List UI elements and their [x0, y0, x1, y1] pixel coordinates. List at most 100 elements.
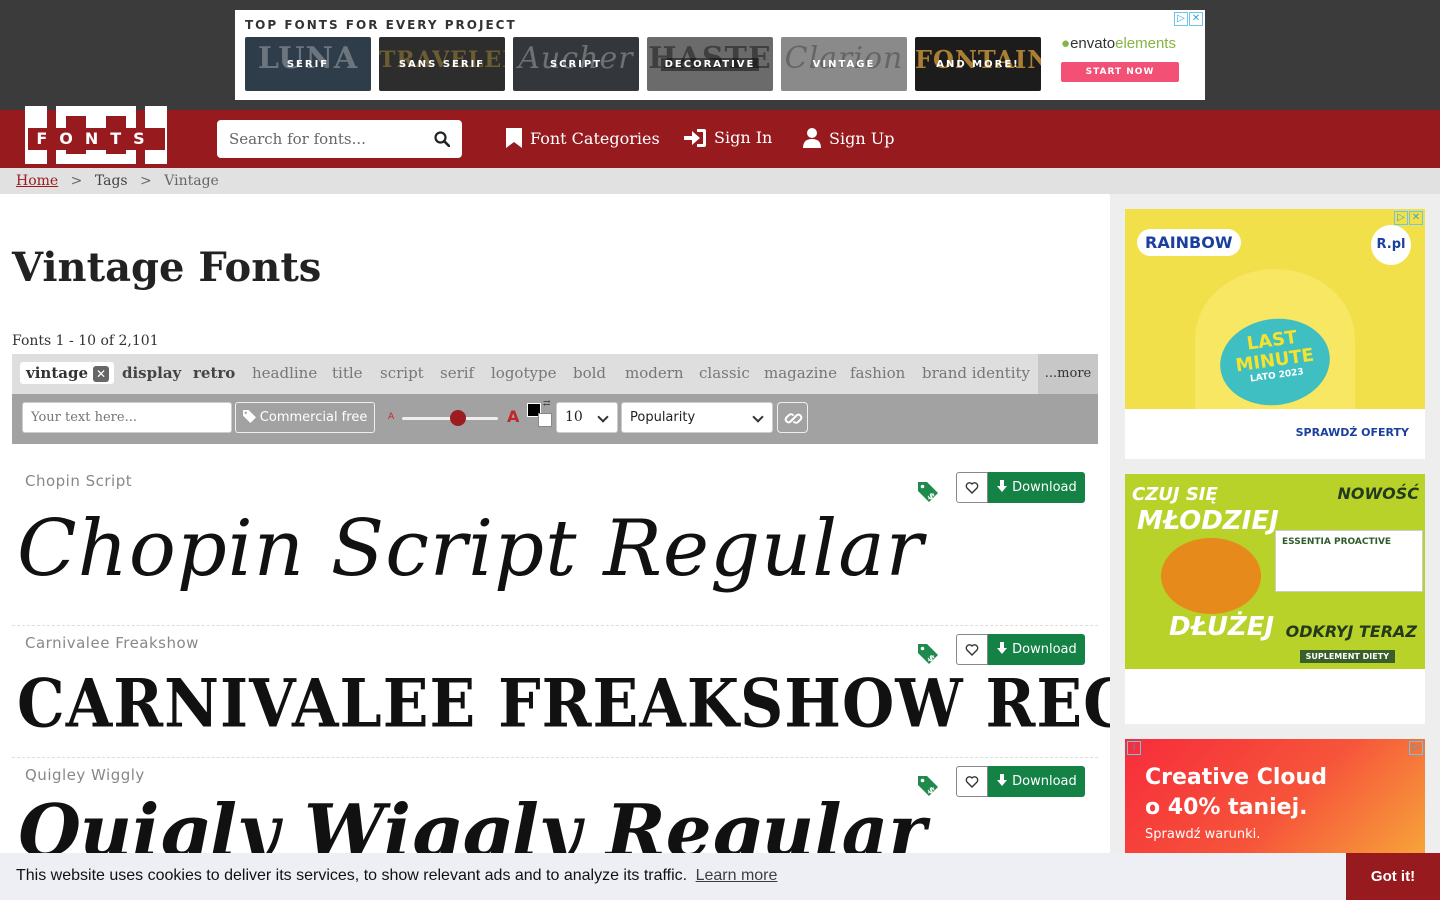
breadcrumb-tags[interactable]: Tags [95, 173, 128, 189]
download-label: Download [1012, 774, 1077, 789]
sign-up-link[interactable]: Sign Up [803, 128, 894, 148]
ad-tile-more[interactable]: FONTAINE AND MORE! [915, 37, 1041, 91]
tag-fashion[interactable]: fashion [850, 364, 905, 382]
ad-tile-label: AND MORE! [936, 58, 1020, 70]
permalink-button[interactable] [777, 402, 808, 433]
ad-line-3: DŁUŻEJ [1169, 612, 1275, 642]
heart-icon [965, 644, 979, 656]
preview-text-input[interactable] [22, 402, 232, 433]
cookie-accept-button[interactable]: Got it! [1346, 853, 1440, 900]
ad-close-icon[interactable]: ✕ [1189, 12, 1203, 26]
ad-tile-vintage[interactable]: Clarion VINTAGE [781, 37, 907, 91]
tag-retro[interactable]: retro [193, 364, 235, 382]
rainbow-cta[interactable]: SPRAWDŹ OFERTY [1296, 426, 1409, 439]
ad-choices-icon[interactable]: ▷ [1409, 741, 1423, 755]
ad-new-badge: NOWOŚĆ [1337, 484, 1419, 503]
search-box [217, 120, 462, 158]
search-input[interactable] [217, 120, 422, 158]
link-icon [784, 413, 803, 424]
active-tag-label: vintage [26, 364, 88, 382]
top-banner-ad[interactable]: TOP FONTS FOR EVERY PROJECT LUNA SERIF T… [235, 10, 1205, 100]
ad-tile-serif[interactable]: LUNA SERIF [245, 37, 371, 91]
page-title: Vintage Fonts [12, 244, 322, 291]
font-name-link[interactable]: Carnivalee Freakshow [25, 634, 199, 652]
favorite-button[interactable] [956, 634, 988, 665]
tag-bold[interactable]: bold [573, 364, 606, 382]
remove-tag-icon[interactable]: ✕ [93, 366, 109, 382]
sidebar: RAINBOW R.pl LAST MINUTE LATO 2023 SPRAW… [1110, 194, 1440, 900]
breadcrumb-home[interactable]: Home [16, 173, 58, 189]
download-button[interactable]: Download [988, 766, 1085, 797]
rainbow-ad[interactable]: RAINBOW R.pl LAST MINUTE LATO 2023 SPRAW… [1125, 209, 1425, 459]
font-row: Chopin Script $ Download Chopin Script R… [12, 464, 1098, 626]
ad-tile-script[interactable]: Aucher SCRIPT [513, 37, 639, 91]
tag-title[interactable]: title [332, 364, 363, 382]
tag-headline[interactable]: headline [252, 364, 317, 382]
envato-start-button[interactable]: START NOW [1061, 62, 1179, 82]
result-count: Fonts 1 - 10 of 2,101 [12, 333, 159, 349]
favorite-button[interactable] [956, 472, 988, 503]
tag-logotype[interactable]: logotype [491, 364, 556, 382]
font-size-slider-handle[interactable] [449, 410, 466, 426]
heart-icon [965, 776, 979, 788]
font-categories-link[interactable]: Font Categories [506, 128, 660, 148]
user-icon [803, 128, 821, 148]
sign-in-icon [684, 128, 706, 147]
supplement-tag: SUPLEMENT DIETY [1299, 650, 1395, 663]
ad-line-1: CZUJ SIĘ [1132, 484, 1218, 505]
tag-script[interactable]: script [380, 364, 424, 382]
background-color-swatch[interactable] [538, 413, 552, 427]
learn-more-link[interactable]: Learn more [696, 867, 778, 884]
cookie-banner: This website uses cookies to deliver its… [0, 853, 1440, 900]
heart-icon [965, 482, 979, 494]
favorite-button[interactable] [956, 766, 988, 797]
product-box: ESSENTIA PROACTIVE [1275, 530, 1423, 592]
font-name-link[interactable]: Quigley Wiggly [25, 766, 145, 784]
ad-tile-decorative[interactable]: HASTE DECORATIVE [647, 37, 773, 91]
tag-display[interactable]: display [122, 364, 181, 382]
search-icon[interactable] [434, 131, 450, 147]
per-page-value: 10 [565, 409, 583, 425]
ad-tile-label: DECORATIVE [660, 57, 760, 71]
font-row: Carnivalee Freakshow $ Download CARNIVAL… [12, 626, 1329, 758]
per-page-select[interactable]: 10 [556, 402, 618, 433]
ad-choices-icon[interactable]: ▷ [1394, 211, 1408, 225]
site-logo[interactable]: FONTS [16, 106, 177, 168]
ad-tile-sans-serif[interactable]: TRAVELER SANS SERIF [379, 37, 505, 91]
tag-classic[interactable]: classic [699, 364, 750, 382]
envato-brand: envato [1070, 35, 1116, 52]
ad-choices-icon[interactable]: ▷ [1174, 12, 1188, 26]
download-button[interactable]: Download [988, 472, 1085, 503]
preview-controls: Commercial free A A ⇄ 10 Popularity [12, 394, 1098, 444]
essentia-ad[interactable]: CZUJ SIĘ MŁODZIEJ DŁUŻEJ NOWOŚĆ ESSENTIA… [1125, 474, 1425, 724]
top-ad-band: TOP FONTS FOR EVERY PROJECT LUNA SERIF T… [0, 0, 1440, 110]
sign-in-link[interactable]: Sign In [684, 128, 772, 147]
download-button[interactable]: Download [988, 634, 1085, 665]
active-tag-vintage[interactable]: vintage ✕ [20, 362, 114, 384]
ad-tile-label: SERIF [286, 58, 330, 70]
font-name-link[interactable]: Chopin Script [25, 472, 132, 490]
ad-line-2: MŁODZIEJ [1137, 506, 1279, 536]
download-label: Download [1012, 642, 1077, 657]
more-tags-button[interactable]: ...more [1038, 354, 1098, 394]
cookie-message: This website uses cookies to deliver its… [16, 867, 777, 885]
sort-select[interactable]: Popularity [621, 402, 773, 433]
swap-colors-icon[interactable]: ⇄ [543, 399, 551, 409]
tag-magazine[interactable]: magazine [764, 364, 837, 382]
breadcrumb-separator: > [140, 173, 152, 189]
breadcrumb-separator: > [70, 173, 83, 189]
arrow-down-icon [997, 642, 1007, 654]
sort-value: Popularity [630, 410, 696, 425]
tag-serif[interactable]: serif [440, 364, 474, 382]
essentia-cta[interactable]: ODKRYJ TERAZ [1286, 622, 1417, 641]
tag-brand-identity[interactable]: brand identity [922, 364, 1030, 382]
ad-info-icon[interactable]: i [1127, 741, 1141, 755]
free-tag-icon: $ [918, 482, 938, 503]
font-preview[interactable]: Chopin Script Regular [17, 504, 924, 594]
arrow-down-icon [997, 774, 1007, 786]
ad-tile-label: VINTAGE [812, 58, 876, 70]
size-small-icon: A [388, 412, 395, 422]
tag-modern[interactable]: modern [625, 364, 684, 382]
commercial-free-toggle[interactable]: Commercial free [235, 402, 375, 433]
ad-close-icon[interactable]: ✕ [1409, 211, 1423, 225]
